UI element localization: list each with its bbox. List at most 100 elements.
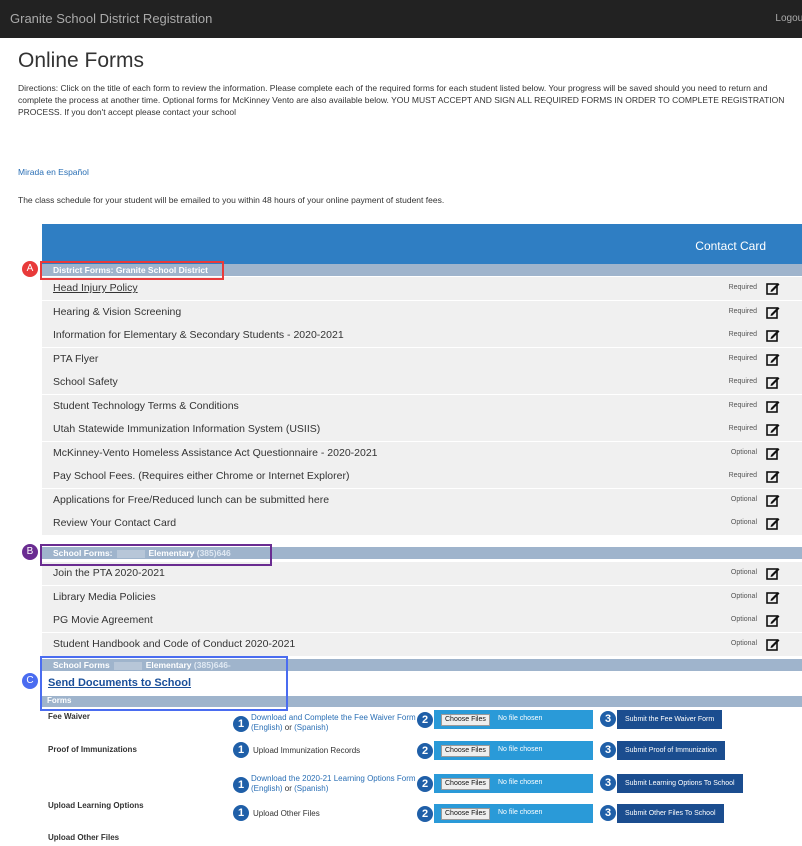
brand-title[interactable]: Granite School District Registration [10, 11, 212, 26]
district-form-row[interactable]: PTA Flyer Required [42, 347, 802, 372]
immunization-file-input[interactable]: Choose Files No file chosen [434, 741, 593, 760]
edit-icon[interactable] [766, 566, 780, 580]
fee-waiver-english-link[interactable]: Download and Complete the Fee Waiver For… [251, 713, 416, 732]
form-status: Required [728, 425, 757, 432]
edit-icon[interactable] [766, 516, 780, 530]
step-three-icon: 3 [600, 711, 616, 727]
form-title[interactable]: School Safety [53, 376, 118, 388]
form-title[interactable]: Student Handbook and Code of Conduct 202… [53, 638, 295, 650]
edit-icon[interactable] [766, 613, 780, 627]
marker-a-box [40, 261, 224, 280]
form-title[interactable]: McKinney-Vento Homeless Assistance Act Q… [53, 447, 378, 459]
form-title[interactable]: Pay School Fees. (Requires either Chrome… [53, 470, 349, 482]
step-two-icon: 2 [417, 806, 433, 822]
step-one-icon: 1 [233, 777, 249, 793]
top-navbar: Granite School District Registration Log… [0, 0, 802, 38]
district-form-row[interactable]: Utah Statewide Immunization Information … [42, 418, 802, 442]
form-status: Required [728, 354, 757, 362]
edit-icon[interactable] [766, 637, 780, 651]
submit-learning-options-button[interactable]: Submit Learning Options To School [617, 774, 743, 793]
logout-link[interactable]: Logout [775, 13, 802, 24]
step-three-icon: 3 [600, 805, 616, 821]
edit-icon[interactable] [766, 375, 780, 389]
upload-other-text: Upload Other Files [253, 809, 320, 818]
choose-files-button[interactable]: Choose Files [441, 808, 490, 820]
district-form-row[interactable]: Head Injury Policy Required [42, 277, 802, 301]
learning-options-spanish-link[interactable]: (Spanish) [294, 784, 328, 793]
form-status: Required [728, 307, 757, 315]
district-form-row[interactable]: Hearing & Vision Screening Required [42, 300, 802, 325]
submit-other-files-button[interactable]: Submit Other Files To School [617, 804, 724, 823]
fee-waiver-file-input[interactable]: Choose Files No file chosen [434, 710, 593, 729]
learning-options-download: Download the 2020-21 Learning Options Fo… [251, 774, 416, 793]
edit-icon[interactable] [766, 493, 780, 507]
no-file-text: No file chosen [498, 746, 543, 753]
form-status: Optional [730, 569, 757, 576]
other-files-file-input[interactable]: Choose Files No file chosen [434, 804, 593, 823]
form-title[interactable]: Information for Elementary & Secondary S… [53, 329, 344, 341]
marker-a-badge: A [22, 261, 38, 277]
choose-files-button[interactable]: Choose Files [441, 714, 490, 726]
school-form-row[interactable]: Student Handbook and Code of Conduct 202… [42, 632, 802, 657]
form-title[interactable]: PG Movie Agreement [53, 614, 153, 626]
upload-immunization-text: Upload Immunization Records [253, 746, 361, 755]
district-form-row[interactable]: School Safety Required [42, 371, 802, 395]
form-title[interactable]: Review Your Contact Card [53, 517, 176, 529]
district-form-row[interactable]: Student Technology Terms & Conditions Req… [42, 394, 802, 419]
edit-icon[interactable] [766, 590, 780, 604]
district-form-row[interactable]: McKinney-Vento Homeless Assistance Act Q… [42, 441, 802, 466]
form-title[interactable]: Student Technology Terms & Conditions [53, 400, 239, 412]
edit-icon[interactable] [766, 328, 780, 342]
edit-icon[interactable] [766, 399, 780, 413]
no-file-text: No file chosen [498, 779, 543, 786]
spanish-link[interactable]: Mirada en Español [18, 167, 89, 177]
no-file-text: No file chosen [498, 809, 543, 816]
form-title[interactable]: PTA Flyer [53, 353, 98, 365]
form-status: Optional [730, 616, 757, 623]
marker-c-badge: C [22, 673, 38, 689]
edit-icon[interactable] [766, 422, 780, 436]
submit-immunization-button[interactable]: Submit Proof of Immunization [617, 741, 725, 760]
fee-waiver-label: Fee Waiver [48, 712, 90, 721]
marker-c-box [40, 656, 288, 711]
form-status: Required [728, 472, 757, 479]
school-form-row[interactable]: Library Media Policies Optional [42, 585, 802, 610]
district-form-row[interactable]: Review Your Contact Card Optional [42, 512, 802, 536]
submit-fee-waiver-button[interactable]: Submit the Fee Waiver Form [617, 710, 723, 729]
form-status: Optional [730, 639, 757, 647]
form-title[interactable]: Join the PTA 2020-2021 [53, 567, 165, 579]
form-title[interactable]: Applications for Free/Reduced lunch can … [53, 494, 329, 506]
district-form-row[interactable]: Pay School Fees. (Requires either Chrome… [42, 465, 802, 489]
step-two-icon: 2 [417, 712, 433, 728]
step-two-icon: 2 [417, 776, 433, 792]
contact-card-title[interactable]: Contact Card [695, 239, 766, 253]
edit-icon[interactable] [766, 446, 780, 460]
form-title[interactable]: Hearing & Vision Screening [53, 306, 181, 318]
edit-icon[interactable] [766, 281, 780, 295]
edit-icon[interactable] [766, 352, 780, 366]
step-three-icon: 3 [600, 775, 616, 791]
form-status: Required [728, 378, 757, 385]
school-form-row[interactable]: PG Movie Agreement Optional [42, 609, 802, 633]
learning-options-english-link[interactable]: Download the 2020-21 Learning Options Fo… [251, 774, 416, 793]
form-status: Required [728, 284, 757, 291]
form-title[interactable]: Library Media Policies [53, 591, 156, 603]
marker-b-box [40, 544, 272, 566]
form-title[interactable]: Head Injury Policy [53, 282, 138, 294]
step-one-icon: 1 [233, 742, 249, 758]
district-form-row[interactable]: Applications for Free/Reduced lunch can … [42, 488, 802, 513]
form-title[interactable]: Utah Statewide Immunization Information … [53, 423, 320, 435]
fee-waiver-spanish-link[interactable]: (Spanish) [294, 723, 328, 732]
fee-waiver-download: Download and Complete the Fee Waiver For… [251, 713, 416, 732]
learning-options-file-input[interactable]: Choose Files No file chosen [434, 774, 593, 793]
choose-files-button[interactable]: Choose Files [441, 745, 490, 757]
form-status: Optional [730, 519, 757, 526]
district-form-row[interactable]: Information for Elementary & Secondary S… [42, 324, 802, 348]
schedule-note: The class schedule for your student will… [18, 195, 445, 205]
form-status: Required [728, 401, 757, 409]
edit-icon[interactable] [766, 305, 780, 319]
upload-other-files-label: Upload Other Files [48, 833, 120, 842]
form-status: Optional [730, 448, 757, 456]
edit-icon[interactable] [766, 469, 780, 483]
choose-files-button[interactable]: Choose Files [441, 778, 490, 790]
